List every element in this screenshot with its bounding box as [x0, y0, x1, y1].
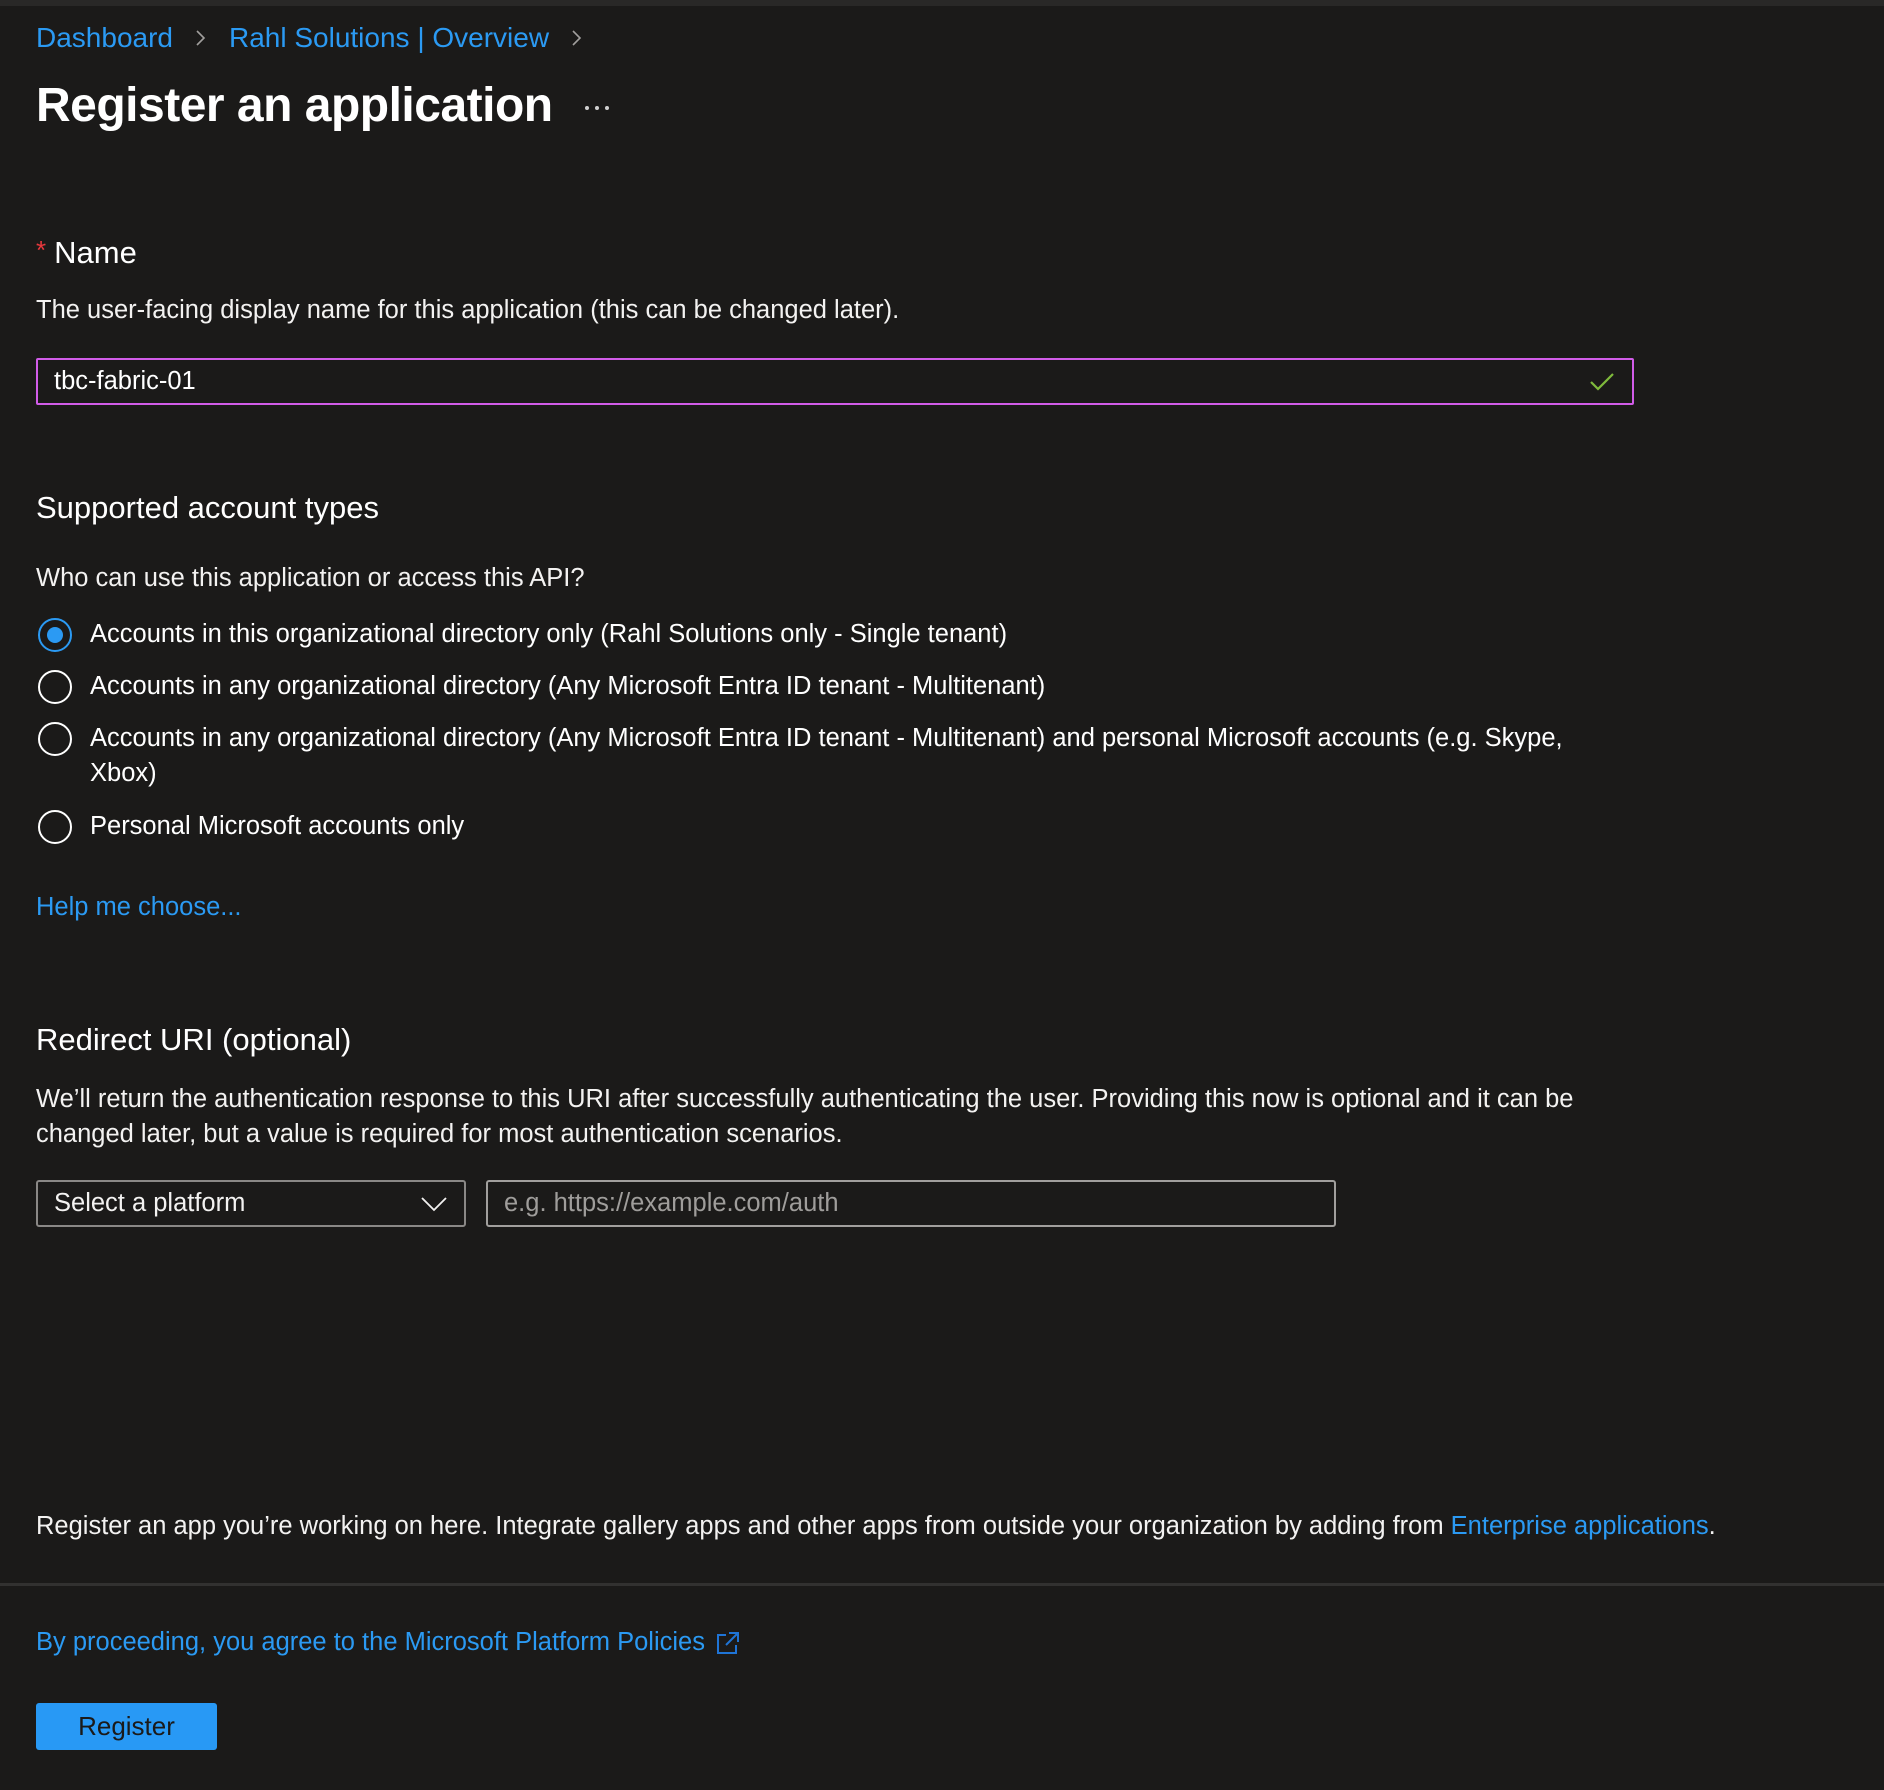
dot	[585, 106, 589, 110]
breadcrumb-overview[interactable]: Rahl Solutions | Overview	[229, 22, 549, 54]
radio-option-single-tenant[interactable]: Accounts in this organizational director…	[38, 617, 1630, 652]
radio-button[interactable]	[38, 670, 72, 704]
page-title: Register an application	[36, 79, 553, 132]
platform-policies-link[interactable]: By proceeding, you agree to the Microsof…	[36, 1628, 741, 1657]
name-input[interactable]: tbc-fabric-01	[36, 358, 1634, 405]
radio-label: Accounts in any organizational directory…	[90, 724, 1563, 787]
account-types-heading: Supported account types	[36, 490, 379, 525]
radio-option-personal-only[interactable]: Personal Microsoft accounts only	[38, 809, 1630, 844]
radio-option-multitenant[interactable]: Accounts in any organizational directory…	[38, 669, 1630, 704]
chevron-right-icon	[196, 30, 206, 46]
platform-select[interactable]: Select a platform	[36, 1180, 466, 1227]
chevron-down-icon	[421, 1196, 447, 1211]
platform-select-value: Select a platform	[54, 1189, 246, 1217]
footer-info: Register an app you’re working on here. …	[36, 1512, 1716, 1541]
external-link-icon	[717, 1631, 739, 1654]
more-ellipsis-icon[interactable]	[585, 100, 617, 116]
top-bar	[0, 0, 1884, 6]
radio-button[interactable]	[38, 722, 72, 756]
footer-info-text: Register an app you’re working on here. …	[36, 1512, 1451, 1540]
required-marker: *	[36, 235, 47, 265]
redirect-uri-input[interactable]	[486, 1180, 1336, 1227]
redirect-uri-description: We’ll return the authentication response…	[36, 1085, 1574, 1148]
name-input-value[interactable]: tbc-fabric-01	[54, 367, 1588, 396]
checkmark-icon	[1590, 372, 1614, 391]
radio-button[interactable]	[38, 810, 72, 844]
breadcrumb: Dashboard Rahl Solutions | Overview	[36, 22, 605, 54]
breadcrumb-dashboard[interactable]: Dashboard	[36, 22, 173, 54]
help-me-choose-link[interactable]: Help me choose...	[36, 893, 242, 922]
radio-button-selected[interactable]	[38, 618, 72, 652]
redirect-uri-heading: Redirect URI (optional)	[36, 1022, 352, 1057]
divider	[0, 1583, 1884, 1586]
radio-label: Personal Microsoft accounts only	[90, 812, 465, 840]
enterprise-applications-link[interactable]: Enterprise applications	[1451, 1512, 1709, 1540]
name-description: The user-facing display name for this ap…	[36, 296, 900, 324]
chevron-right-icon	[572, 30, 582, 46]
radio-label: Accounts in any organizational directory…	[90, 672, 1046, 700]
platform-policies-text[interactable]: By proceeding, you agree to the Microsof…	[36, 1628, 705, 1657]
radio-option-multitenant-personal[interactable]: Accounts in any organizational directory…	[38, 721, 1630, 791]
radio-label: Accounts in this organizational director…	[90, 620, 1008, 648]
name-label: * Name	[36, 235, 137, 271]
name-label-text: Name	[54, 235, 137, 270]
footer-info-suffix: .	[1708, 1512, 1716, 1540]
account-types-question: Who can use this application or access t…	[36, 564, 585, 592]
dot	[595, 106, 599, 110]
register-button[interactable]: Register	[36, 1703, 217, 1750]
dot	[605, 106, 609, 110]
